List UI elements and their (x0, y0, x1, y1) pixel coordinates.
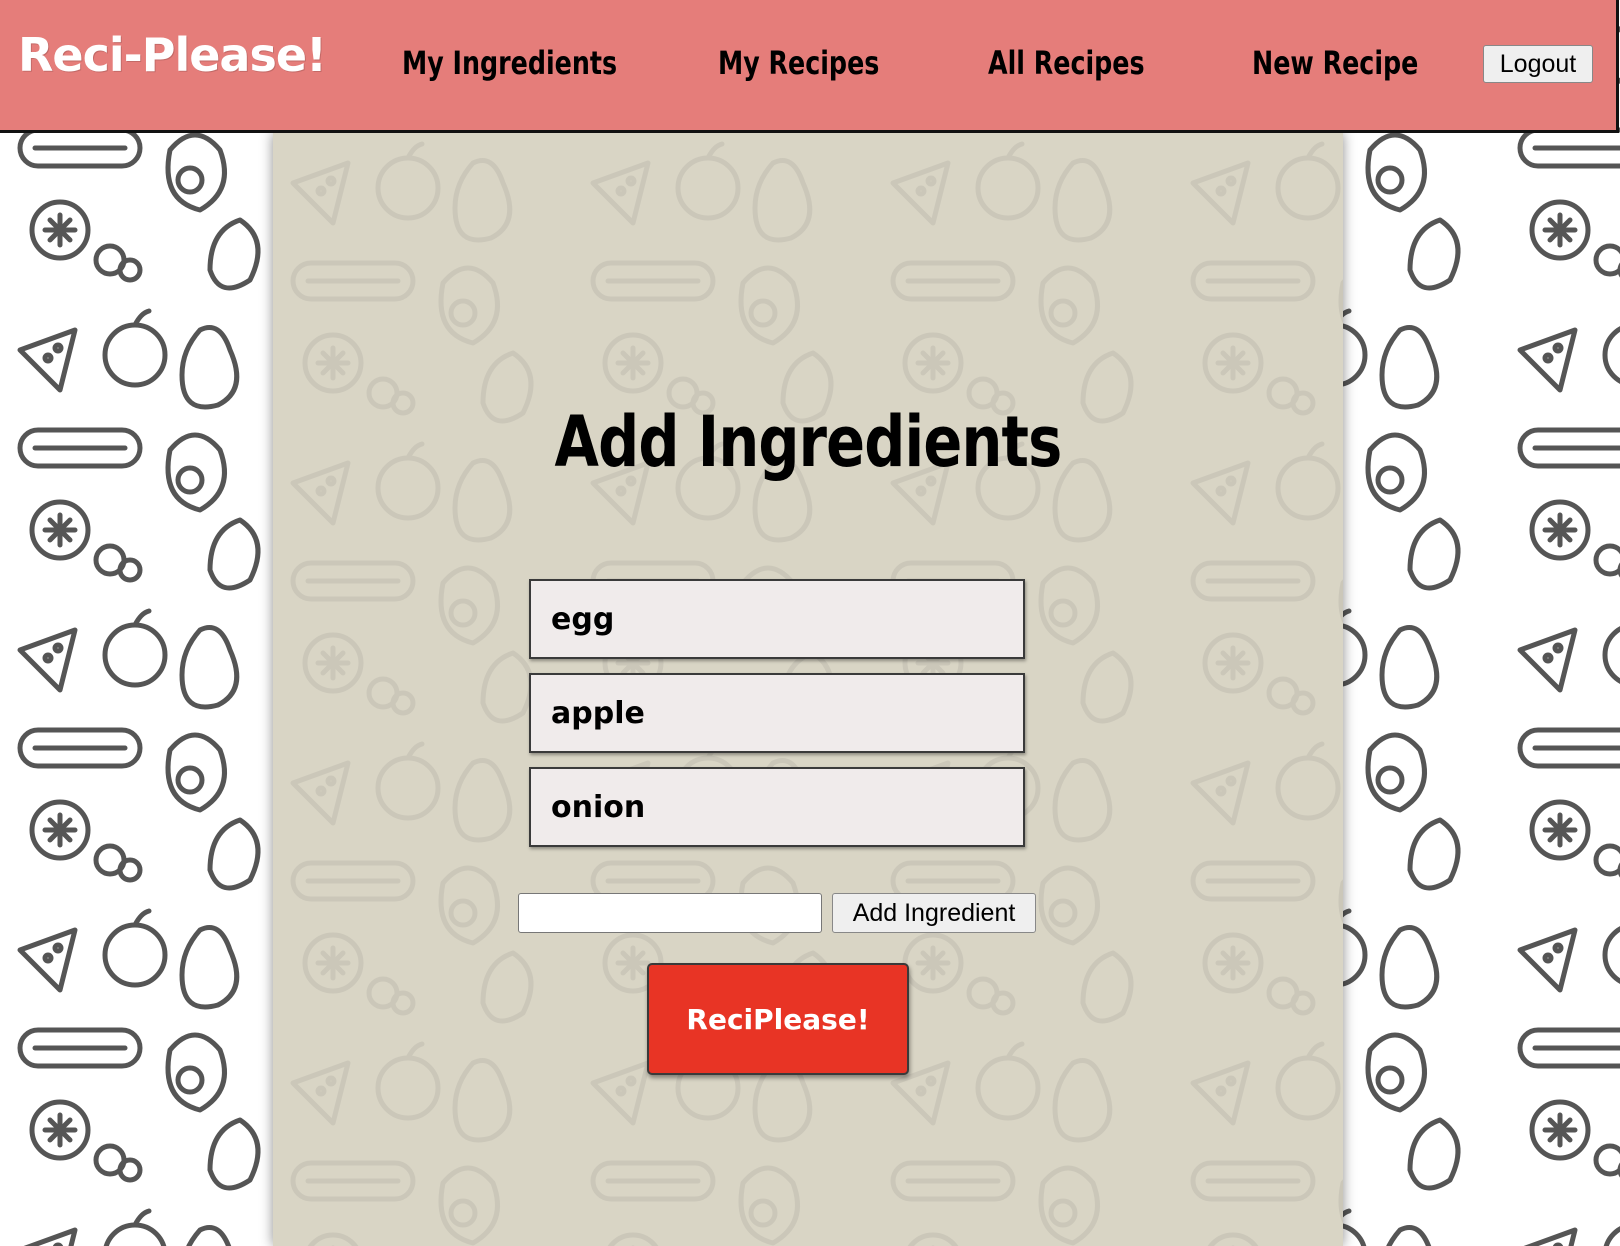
ingredient-name: onion (551, 789, 646, 825)
add-ingredient-button[interactable]: Add Ingredient (832, 893, 1036, 933)
nav-all-recipes[interactable]: All Recipes (988, 44, 1145, 82)
nav-my-recipes[interactable]: My Recipes (718, 44, 879, 82)
top-navbar: Reci-Please! My Ingredients My Recipes A… (0, 0, 1619, 133)
page-title: Add Ingredients (554, 401, 1063, 483)
ingredient-item[interactable]: onion (529, 767, 1025, 847)
ingredient-name: apple (551, 695, 645, 731)
ingredient-item[interactable]: egg (529, 579, 1025, 659)
app-logo[interactable]: Reci-Please! (18, 28, 327, 82)
ingredient-list: egg apple onion (529, 579, 1029, 861)
ingredient-item[interactable]: apple (529, 673, 1025, 753)
main-panel: Add Ingredients egg apple onion Add Ingr… (273, 133, 1343, 1246)
ingredient-name: egg (551, 601, 615, 637)
nav-my-ingredients[interactable]: My Ingredients (402, 44, 617, 82)
new-ingredient-input[interactable] (518, 893, 822, 933)
logout-button[interactable]: Logout (1483, 45, 1593, 83)
nav-new-recipe[interactable]: New Recipe (1252, 44, 1418, 82)
reciplease-submit-button[interactable]: ReciPlease! (647, 963, 909, 1075)
